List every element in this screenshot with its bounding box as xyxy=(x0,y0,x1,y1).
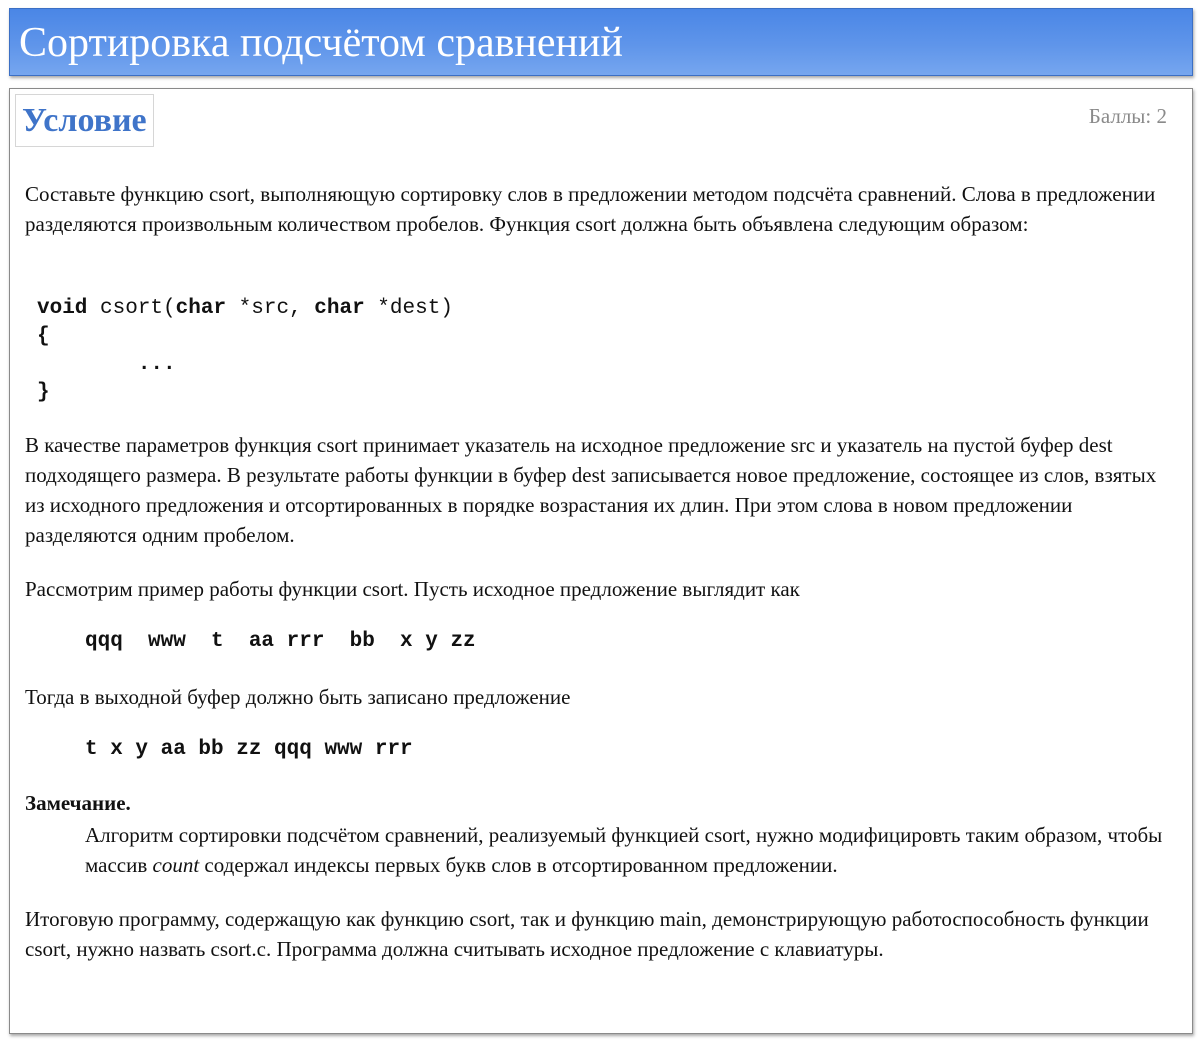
score-label: Баллы: 2 xyxy=(1088,104,1167,128)
page-header: Сортировка подсчётом сравнений xyxy=(9,8,1193,76)
page-title: Сортировка подсчётом сравнений xyxy=(19,20,623,66)
example-input: qqq www t aa rrr bb x y zz xyxy=(85,630,476,653)
section-heading: Условие xyxy=(15,94,154,147)
code-block: void csort(char *src, char *dest) { ... … xyxy=(37,295,453,407)
code-keyword: char xyxy=(175,297,227,320)
note-heading: Замечание. xyxy=(25,791,131,815)
code-text: csort( xyxy=(87,297,176,320)
code-keyword: char xyxy=(314,297,365,320)
example-output: t x y aa bb zz qqq www rrr xyxy=(85,738,413,761)
code-text: *src, xyxy=(226,297,315,320)
final-paragraph: Итоговую программу, содержащую как функц… xyxy=(25,907,1149,961)
params-paragraph: В качестве параметров функция csort прин… xyxy=(25,433,1157,547)
note-text: содержал индексы первых букв слов в отсо… xyxy=(199,853,838,877)
note-body: Алгоритм сортировки подсчётом сравнений,… xyxy=(85,820,1177,880)
code-brace: } xyxy=(37,381,50,404)
example-intro: Рассмотрим пример работы функции csort. … xyxy=(25,577,800,601)
code-brace: { xyxy=(37,325,50,348)
code-keyword: void xyxy=(37,297,88,320)
code-text: *dest) xyxy=(364,297,453,320)
code-ellipsis: ... xyxy=(37,353,176,376)
problem-panel: Условие Баллы: 2 Составьте функцию csort… xyxy=(9,88,1193,1034)
output-intro: Тогда в выходной буфер должно быть запис… xyxy=(25,685,571,709)
intro-paragraph: Составьте функцию csort, выполняющую сор… xyxy=(25,182,1156,236)
note-italic: count xyxy=(152,853,200,877)
section-title: Условие xyxy=(22,101,147,139)
